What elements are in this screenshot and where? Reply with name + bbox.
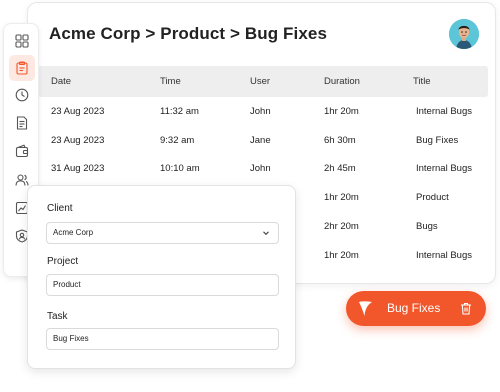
sidebar-item-reports[interactable] [9, 110, 35, 136]
project-field-value: Product [53, 280, 81, 289]
task-field-value: Bug Fixes [53, 334, 89, 343]
cell-title: Product [416, 192, 449, 203]
client-select-value: Acme Corp [53, 228, 94, 237]
cell-date: 23 Aug 2023 [51, 135, 105, 146]
running-timer-label: Bug Fixes [387, 301, 441, 315]
table-row[interactable]: 23 Aug 2023 9:32 am Jane 6h 30m Bug Fixe… [38, 135, 488, 163]
users-icon [15, 174, 29, 186]
project-field[interactable]: Product [46, 274, 279, 296]
column-header-date: Date [51, 76, 72, 87]
cell-duration: 1hr 20m [324, 192, 359, 203]
sidebar-item-time-tracker[interactable] [9, 82, 35, 108]
sidebar-item-dashboard[interactable] [9, 28, 35, 54]
cell-title: Internal Bugs [416, 106, 472, 117]
avatar[interactable] [449, 19, 479, 49]
cell-user: Jane [250, 135, 271, 146]
cell-duration: 1hr 20m [324, 250, 359, 261]
breadcrumb-title: Acme Corp > Product > Bug Fixes [49, 24, 327, 43]
sidebar-item-timesheets[interactable] [9, 55, 35, 81]
project-label: Project [47, 256, 79, 267]
cell-duration: 1hr 20m [324, 106, 359, 117]
avatar-image [449, 19, 479, 49]
cell-title: Bug Fixes [416, 135, 459, 146]
cell-date: 23 Aug 2023 [51, 106, 105, 117]
cell-duration: 2h 45m [324, 163, 356, 174]
table-row[interactable]: 23 Aug 2023 11:32 am John 1hr 20m Intern… [38, 106, 488, 134]
table-header: Date Time User Duration Title [38, 66, 488, 97]
cell-date: 31 Aug 2023 [51, 163, 105, 174]
cell-time: 11:32 am [160, 106, 199, 117]
cell-duration: 2hr 20m [324, 221, 359, 232]
cell-duration: 6h 30m [324, 135, 356, 146]
sidebar-item-expenses[interactable] [9, 138, 35, 164]
document-icon [16, 116, 28, 130]
column-header-time: Time [160, 76, 181, 87]
chevron-down-icon [263, 231, 269, 236]
timer-form-panel: Client Acme Corp Project Product Task Bu… [27, 185, 296, 369]
cell-time: 9:32 am [160, 135, 195, 146]
clipboard-icon [16, 61, 28, 75]
cell-title: Internal Bugs [416, 250, 472, 261]
column-header-title: Title [413, 76, 431, 87]
column-header-user: User [250, 76, 271, 87]
cell-user: John [250, 163, 271, 174]
brand-logo-icon [359, 301, 372, 316]
cell-title: Bugs [416, 221, 438, 232]
cell-title: Internal Bugs [416, 163, 472, 174]
clock-icon [15, 88, 29, 102]
trash-icon[interactable] [460, 302, 472, 315]
running-timer-pill[interactable]: Bug Fixes [346, 291, 486, 326]
cell-time: 10:10 am [160, 163, 200, 174]
client-label: Client [47, 203, 73, 214]
column-header-duration: Duration [324, 76, 360, 87]
grid-icon [15, 34, 29, 48]
task-field[interactable]: Bug Fixes [46, 328, 279, 350]
client-select[interactable]: Acme Corp [46, 222, 279, 244]
cell-user: John [250, 106, 271, 117]
task-label: Task [47, 311, 68, 322]
wallet-icon [15, 144, 29, 158]
stage: Acme Corp > Product > Bug Fixes Date Tim… [0, 0, 500, 392]
